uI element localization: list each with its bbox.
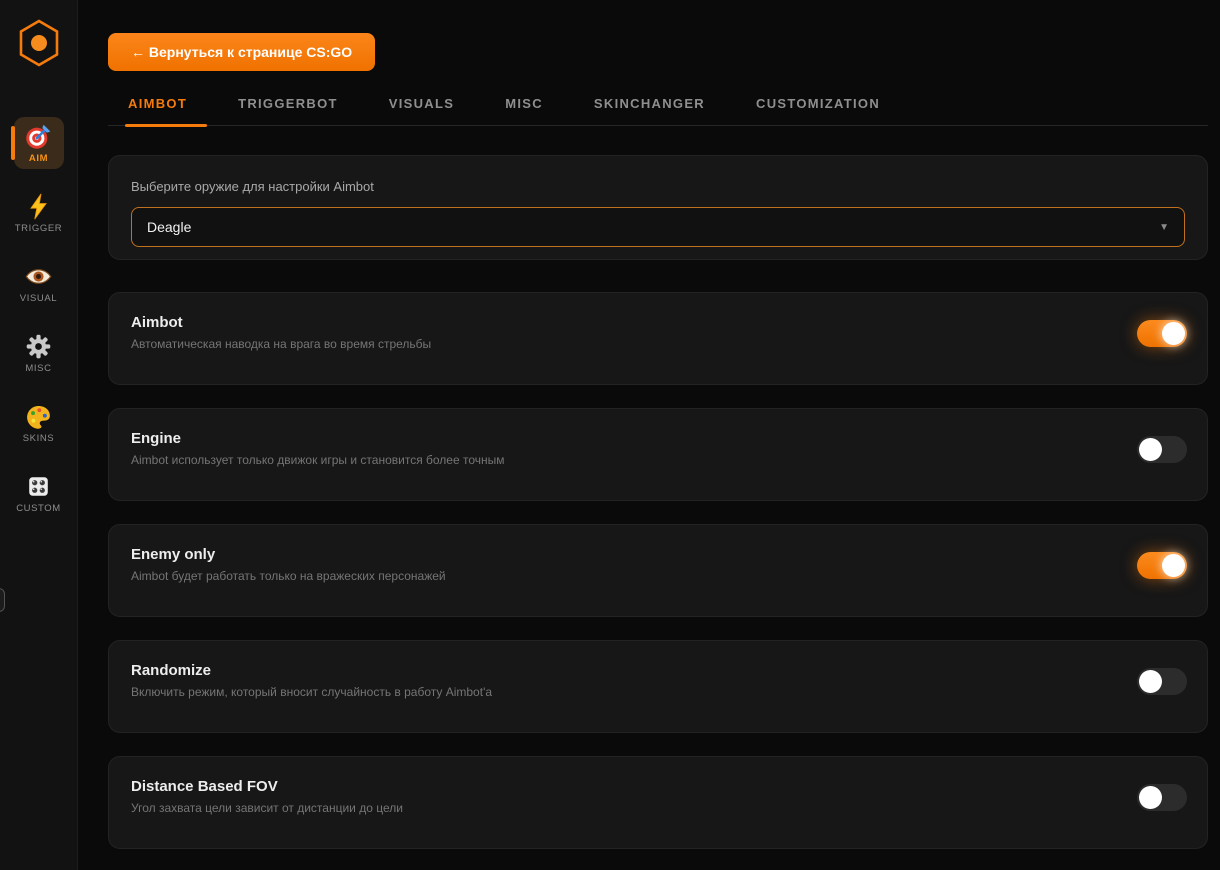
lightning-icon [25,193,52,220]
setting-description: Угол захвата цели зависит от дистанции д… [131,801,403,815]
tab-visuals[interactable]: VISUALS [389,96,474,125]
tab-customization[interactable]: CUSTOMIZATION [756,96,900,125]
app-logo hexagon-logo-icon[interactable] [16,18,62,68]
toggle-knob [1139,670,1162,693]
weapon-select-dropdown[interactable]: Deagle ▼ [131,207,1185,247]
palette-icon [25,403,52,430]
eye-icon [25,263,52,290]
setting-description: Aimbot будет работать только на вражески… [131,569,446,583]
toggle-randomize[interactable] [1137,668,1187,695]
tab-skinchanger[interactable]: SKINCHANGER [594,96,725,125]
setting-description: Включить режим, который вносит случайнос… [131,685,492,699]
setting-row: Randomize Включить режим, который вносит… [108,640,1208,733]
toggle-enemy-only[interactable] [1137,552,1187,579]
sidebar-item-aim[interactable]: AIM [14,117,64,169]
toggle-engine[interactable] [1137,436,1187,463]
weapon-select-label: Выберите оружие для настройки Aimbot [131,179,1185,194]
toggle-aimbot[interactable] [1137,320,1187,347]
sidebar-item-label: MISC [25,363,51,374]
settings-list: Aimbot Автоматическая наводка на врага в… [108,292,1208,849]
dart-target-icon [25,123,52,150]
tab-triggerbot[interactable]: TRIGGERBOT [238,96,358,125]
setting-row: Enemy only Aimbot будет работать только … [108,524,1208,617]
sidebar-item-custom[interactable]: CUSTOM [14,467,64,519]
gear-icon [25,333,52,360]
sidebar-item-label: SKINS [23,433,55,444]
setting-title: Distance Based FOV [131,778,403,795]
app-window: { "accent": "#f57b0d", "back_button": { … [0,0,1220,870]
edge-handle[interactable] [0,588,5,612]
sidebar-item-misc[interactable]: MISC [14,327,64,379]
tab-aimbot[interactable]: AIMBOT [128,96,207,125]
setting-description: Автоматическая наводка на врага во время… [131,337,431,351]
tab-misc[interactable]: MISC [505,96,563,125]
setting-row: Engine Aimbot использует только движок и… [108,408,1208,501]
chevron-down-icon: ▼ [1159,222,1169,233]
sidebar-item-trigger[interactable]: TRIGGER [14,187,64,239]
sidebar: AIM TRIGGER VISUAL MISC SKINS CUSTOM [0,0,78,870]
sidebar-item-label: AIM [29,153,48,164]
setting-title: Enemy only [131,546,446,563]
sidebar-nav: AIM TRIGGER VISUAL MISC SKINS CUSTOM [14,117,64,537]
toggle-knob [1162,554,1185,577]
toggle-distance-based-fov[interactable] [1137,784,1187,811]
sidebar-item-visual[interactable]: VISUAL [14,257,64,309]
back-to-csgo-button[interactable]: ← Вернуться к странице CS:GO [108,33,375,71]
setting-row: Distance Based FOV Угол захвата цели зав… [108,756,1208,849]
setting-description: Aimbot использует только движок игры и с… [131,453,505,467]
setting-title: Aimbot [131,314,431,331]
toggle-knob [1139,438,1162,461]
sidebar-item-label: VISUAL [20,293,57,304]
toggle-knob [1162,322,1185,345]
tab-bar: AIMBOT TRIGGERBOT VISUALS MISC SKINCHANGER CU… [108,96,1208,126]
setting-row: Aimbot Автоматическая наводка на врага в… [108,292,1208,385]
weapon-select-card: Выберите оружие для настройки Aimbot Dea… [108,155,1208,260]
main-content: ← Вернуться к странице CS:GO AIMBOT TRIGG… [79,0,1220,870]
weapon-select-value: Deagle [147,219,191,235]
sidebar-item-label: TRIGGER [15,223,62,234]
toggle-knob [1139,786,1162,809]
sidebar-item-label: CUSTOM [16,503,61,514]
setting-title: Engine [131,430,505,447]
setting-title: Randomize [131,662,492,679]
control-knobs-icon [25,473,52,500]
sidebar-item-skins[interactable]: SKINS [14,397,64,449]
